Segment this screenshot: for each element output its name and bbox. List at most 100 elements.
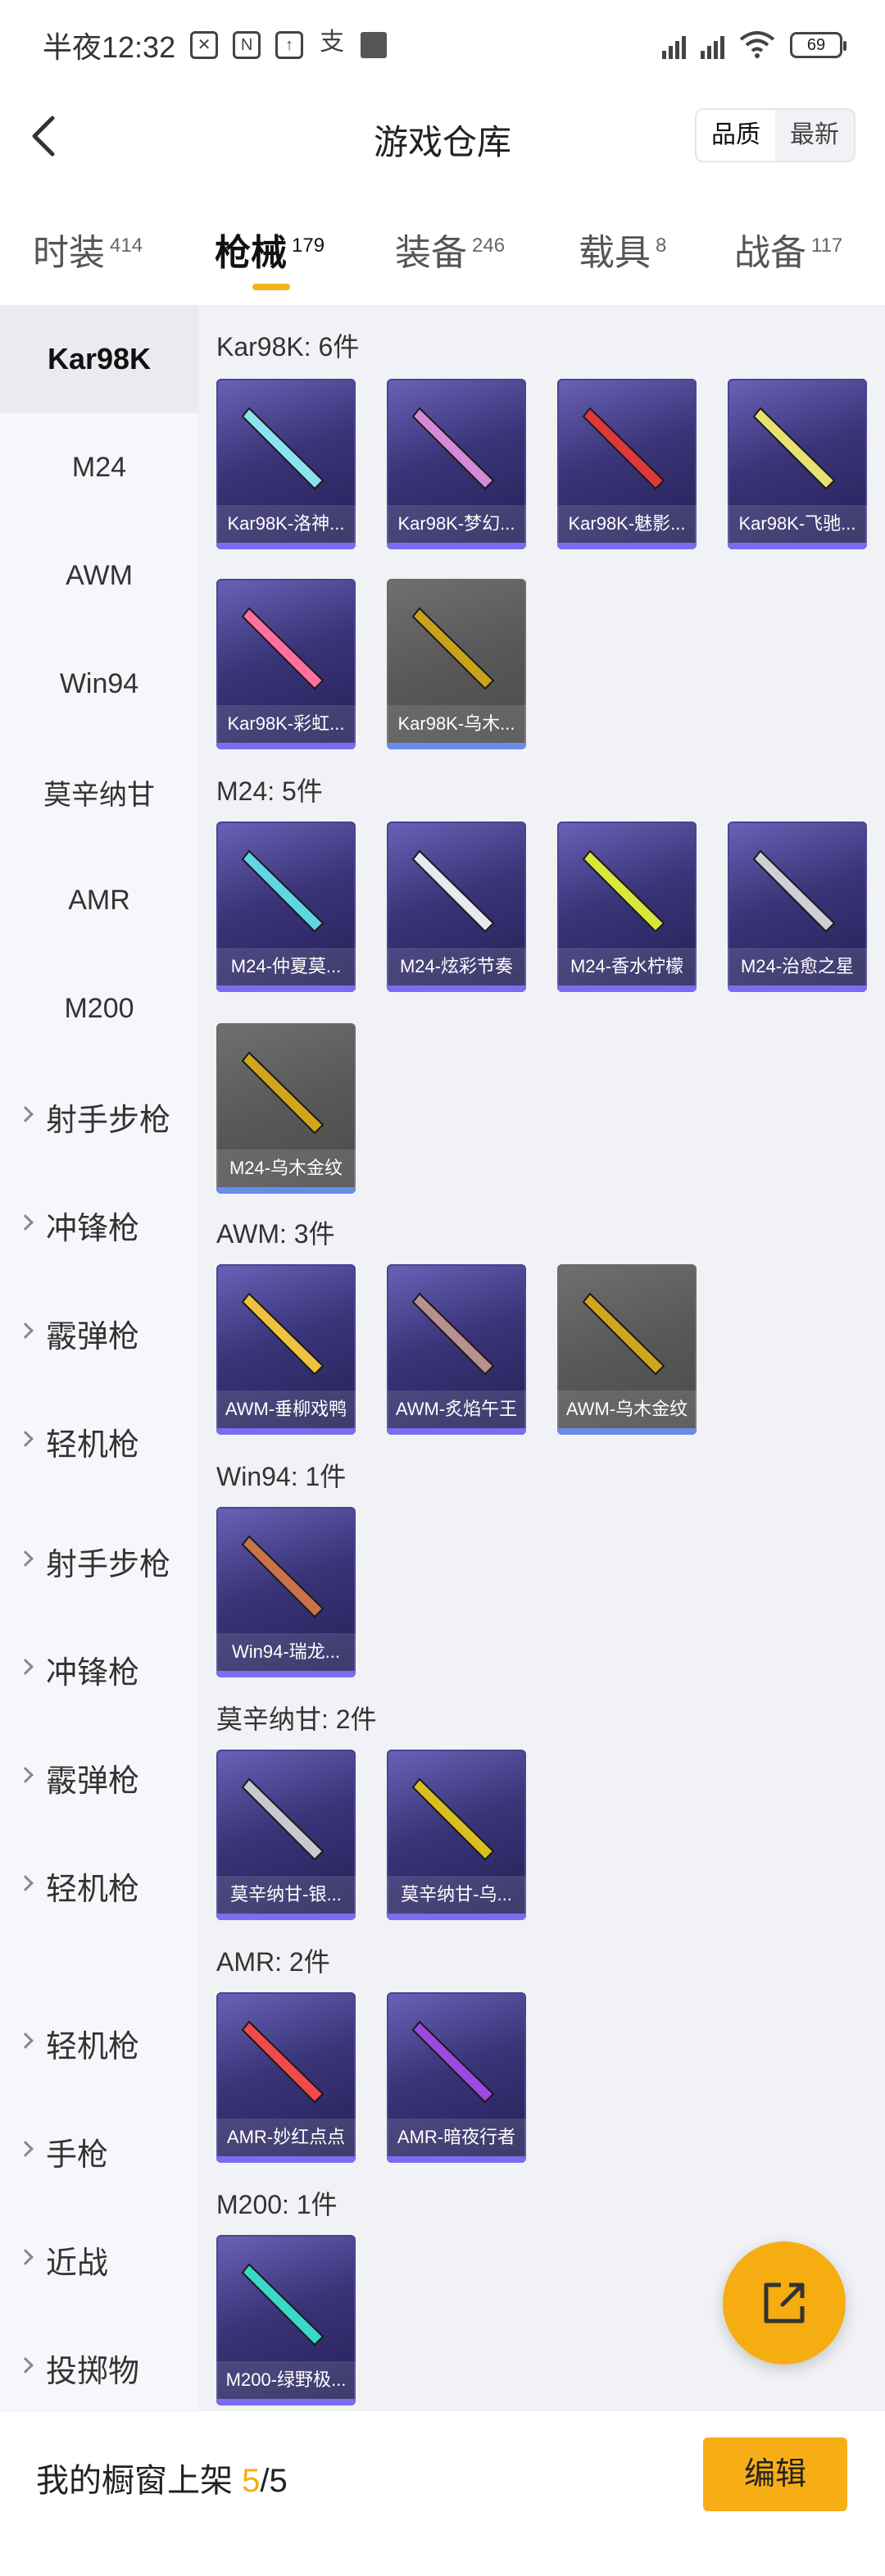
skin-card-label: 莫辛纳甘-乌... (387, 1876, 526, 1914)
skin-card[interactable]: Kar98K-乌木... (387, 579, 526, 749)
app-notification-icon (361, 32, 388, 58)
rarity-bar (557, 543, 697, 549)
skin-card-label: AWM-炙焰午王 (387, 1390, 526, 1428)
sidebar-group-label: 霰弹枪 (46, 1319, 140, 1354)
active-tab-indicator (252, 284, 290, 290)
rarity-bar (387, 743, 526, 749)
rarity-bar (216, 985, 356, 992)
skin-card[interactable]: M24-乌木金纹 (216, 1023, 356, 1194)
skin-card-label: M24-香水柠檬 (557, 948, 697, 985)
tab-vehicles[interactable]: 载具 8 (579, 223, 666, 275)
sidebar-group-lmg[interactable]: 轻机枪 (0, 1832, 198, 1940)
skin-card[interactable]: AWM-垂柳戏鸭 (216, 1264, 356, 1435)
signal-icon (701, 31, 724, 59)
tab-label: 载具 (579, 233, 651, 273)
showcase-current-count: 5 (242, 2463, 261, 2499)
skin-card[interactable]: M24-炫彩节奏 (387, 821, 526, 992)
rifle-icon (241, 1292, 324, 1376)
share-button[interactable] (723, 2241, 846, 2364)
skin-card[interactable]: Win94-瑞龙... (216, 1507, 356, 1677)
section-title: AWM: 3件 (216, 1219, 335, 1249)
sidebar-item-amr[interactable]: AMR (0, 846, 198, 954)
showcase-separator: / (260, 2463, 270, 2499)
rifle-icon (411, 607, 495, 690)
skin-card[interactable]: M24-治愈之星 (728, 821, 867, 992)
skin-card[interactable]: 莫辛纳甘-银... (216, 1750, 356, 1920)
skin-card-label: M200-绿野极... (216, 2361, 356, 2399)
skin-card[interactable]: Kar98K-洛神... (216, 379, 356, 549)
skin-card[interactable]: AWM-炙焰午王 (387, 1264, 526, 1435)
skin-card[interactable]: Kar98K-彩虹... (216, 579, 356, 749)
sidebar-group-label: 轻机枪 (46, 2029, 140, 2064)
sidebar-item-mosin[interactable]: 莫辛纳甘 (0, 738, 198, 846)
sidebar-group-pistol[interactable]: 手枪 (0, 2097, 198, 2205)
skin-card-label: M24-炫彩节奏 (387, 948, 526, 985)
sidebar-item-win94[interactable]: Win94 (0, 630, 198, 738)
sidebar-group-lmg[interactable]: 轻机枪 (0, 1387, 198, 1495)
sidebar-group-label: 射手步枪 (46, 1547, 171, 1582)
sidebar-group-shotgun[interactable]: 霰弹枪 (0, 1279, 198, 1387)
skin-card-label: Kar98K-魅影... (557, 505, 697, 543)
sort-option-quality[interactable]: 品质 (697, 110, 775, 161)
rarity-bar (216, 1187, 356, 1194)
skin-card-label: AWM-垂柳戏鸭 (216, 1390, 356, 1428)
tab-guns[interactable]: 枪械 179 (215, 223, 324, 275)
skin-card-label: AWM-乌木金纹 (557, 1390, 697, 1428)
skin-card[interactable]: Kar98K-魅影... (557, 379, 697, 549)
tab-equipment[interactable]: 装备 246 (395, 223, 505, 275)
skin-card-label: M24-乌木金纹 (216, 1149, 356, 1187)
sort-option-latest[interactable]: 最新 (775, 110, 854, 161)
tab-gear[interactable]: 战备 117 (734, 223, 842, 275)
sort-toggle: 品质 最新 (695, 108, 856, 162)
tab-label: 时装 (33, 233, 105, 273)
chevron-right-icon (17, 1214, 34, 1231)
sidebar-item-kar98k[interactable]: Kar98K (0, 305, 198, 413)
skin-card[interactable]: M24-仲夏莫... (216, 821, 356, 992)
section-title: Kar98K: 6件 (216, 332, 360, 362)
skin-card[interactable]: AMR-妙红点点 (216, 1992, 356, 2163)
tab-fashion[interactable]: 时装 414 (33, 223, 143, 275)
sidebar-item-awm[interactable]: AWM (0, 521, 198, 630)
sidebar-group-marksman[interactable]: 射手步枪 (0, 1063, 198, 1171)
sidebar-group-shotgun[interactable]: 霰弹枪 (0, 1723, 198, 1832)
sidebar-group-smg[interactable]: 冲锋枪 (0, 1171, 198, 1279)
sidebar-group-smg[interactable]: 冲锋枪 (0, 1615, 198, 1723)
tab-count: 179 (292, 234, 325, 257)
rifle-icon (411, 1777, 495, 1861)
edit-button[interactable]: 编辑 (703, 2437, 847, 2511)
chevron-right-icon (17, 1322, 34, 1339)
sidebar-group-marksman[interactable]: 射手步枪 (0, 1507, 198, 1615)
skin-card-label: Kar98K-洛神... (216, 505, 356, 543)
tab-label: 装备 (395, 233, 467, 273)
sidebar-group-melee[interactable]: 近战 (0, 2205, 198, 2314)
wifi-icon (739, 31, 775, 58)
showcase-label: 我的橱窗上架 (36, 2463, 233, 2499)
skin-card[interactable]: Kar98K-梦幻... (387, 379, 526, 549)
tab-count: 246 (472, 234, 506, 257)
chevron-right-icon (17, 1106, 34, 1122)
rarity-bar (216, 543, 356, 549)
skin-card[interactable]: AMR-暗夜行者 (387, 1992, 526, 2163)
sidebar-group-lmg[interactable]: 轻机枪 (0, 1989, 198, 2097)
rifle-icon (241, 607, 324, 690)
skin-card[interactable]: AWM-乌木金纹 (557, 1264, 697, 1435)
sidebar-item-m24[interactable]: M24 (0, 413, 198, 521)
rifle-icon (241, 2020, 324, 2104)
share-icon (764, 2282, 805, 2323)
sidebar-group-label: 冲锋枪 (46, 1655, 140, 1691)
rarity-bar (216, 1428, 356, 1435)
skin-card[interactable]: 莫辛纳甘-乌... (387, 1750, 526, 1920)
rarity-bar (216, 1671, 356, 1677)
skin-card[interactable]: Kar98K-飞驰... (728, 379, 867, 549)
section-title: AMR: 2件 (216, 1947, 330, 1977)
skin-card[interactable]: M200-绿野极... (216, 2235, 356, 2405)
skin-card[interactable]: M24-香水柠檬 (557, 821, 697, 992)
sidebar-group-throwables[interactable]: 投掷物 (0, 2314, 198, 2422)
rifle-icon (411, 407, 495, 490)
rifle-icon (241, 1777, 324, 1861)
section-title: 莫辛纳甘: 2件 (216, 1704, 377, 1734)
rarity-bar (557, 985, 697, 992)
category-tabs: 时装 414 枪械 179 装备 246 载具 8 战备 117 (0, 205, 885, 295)
rarity-bar (216, 1914, 356, 1920)
sidebar-item-m200[interactable]: M200 (0, 954, 198, 1063)
